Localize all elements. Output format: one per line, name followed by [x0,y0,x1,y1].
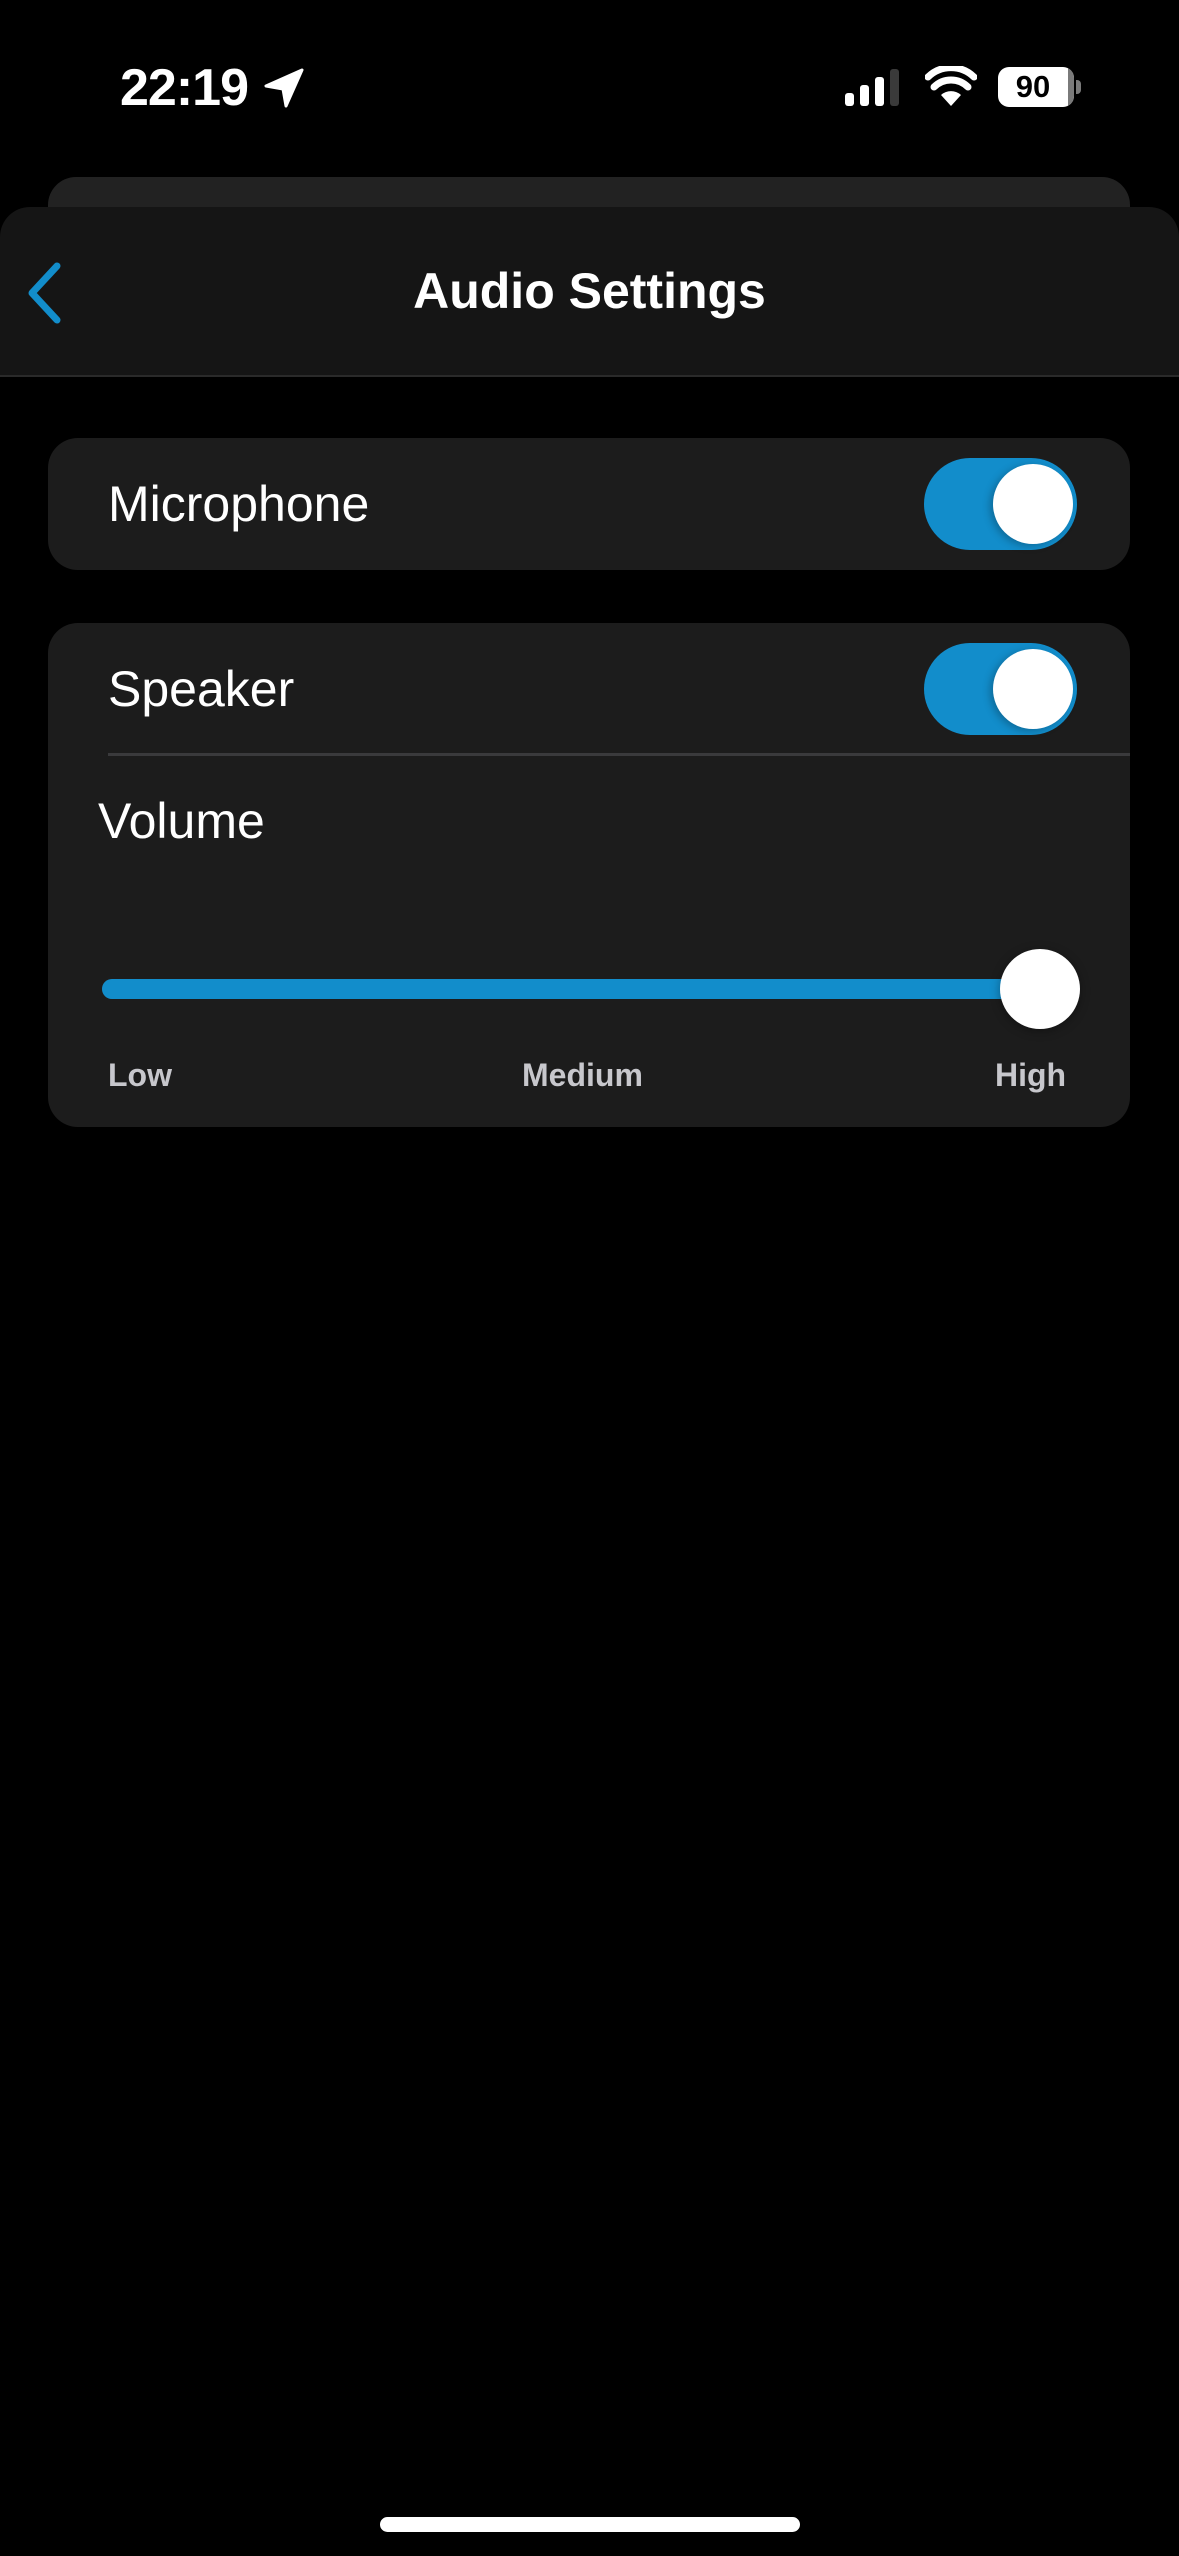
speaker-toggle[interactable] [924,643,1077,735]
cellular-signal-icon [843,67,903,107]
battery-indicator: 90 [998,67,1074,107]
volume-slider[interactable] [102,941,1080,1037]
microphone-toggle[interactable] [924,458,1077,550]
battery-empty-portion [1068,67,1074,107]
microphone-label: Microphone [108,476,370,532]
speaker-label: Speaker [108,661,295,717]
toggle-knob [993,649,1073,729]
nav-header: Audio Settings [0,207,1179,377]
location-arrow-icon [262,66,306,110]
volume-label: Volume [98,793,265,849]
volume-tick-high: High [995,1057,1067,1093]
volume-tick-medium: Medium [522,1057,643,1093]
microphone-card: Microphone [48,438,1130,570]
volume-tick-low: Low [108,1057,172,1093]
page-title: Audio Settings [413,263,766,319]
status-time: 22:19 [120,59,249,117]
home-indicator[interactable] [380,2517,800,2532]
wifi-icon [924,64,978,108]
battery-percent: 90 [1015,69,1051,104]
slider-fill [102,979,1040,999]
toggle-knob [993,464,1073,544]
divider [108,753,1130,756]
speaker-card: Speaker Volume Low Medium High [48,623,1130,1127]
slider-thumb[interactable] [1000,949,1080,1029]
battery-nub [1076,80,1081,94]
